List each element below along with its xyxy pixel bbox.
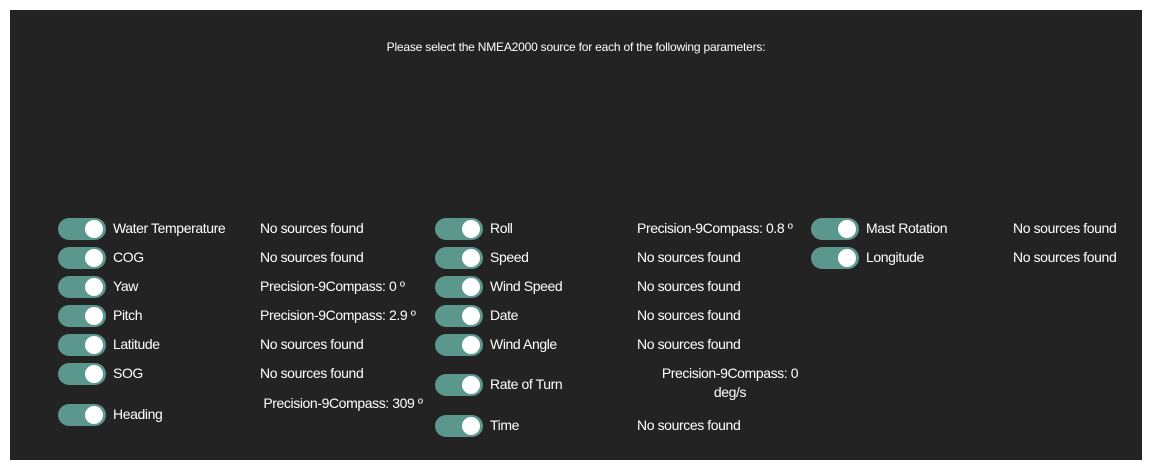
param-source: No sources found: [637, 278, 741, 294]
toggle-knob: [85, 406, 103, 424]
toggle-knob: [462, 278, 480, 296]
toggle-mast-rotation[interactable]: [811, 218, 859, 240]
param-label: Water Temperature: [113, 220, 226, 236]
param-source: No sources found: [260, 336, 364, 352]
param-label: Heading: [113, 406, 163, 422]
toggle-heading[interactable]: [58, 404, 106, 426]
toggle-knob: [838, 220, 856, 238]
toggle-knob: [85, 249, 103, 267]
toggle-wind-angle[interactable]: [435, 334, 483, 356]
param-source: Precision-9Compass: 0.8 º: [637, 220, 793, 236]
toggle-wind-speed[interactable]: [435, 276, 483, 298]
toggle-roll[interactable]: [435, 218, 483, 240]
toggle-yaw[interactable]: [58, 276, 106, 298]
param-label: Yaw: [113, 278, 138, 294]
param-label: Roll: [490, 220, 513, 236]
param-label: Speed: [490, 249, 529, 265]
toggle-sog[interactable]: [58, 363, 106, 385]
param-label: Longitude: [866, 249, 924, 265]
toggle-longitude[interactable]: [811, 247, 859, 269]
param-source: Precision-9Compass: 2.9 º: [260, 307, 416, 323]
param-label: Wind Speed: [490, 278, 563, 294]
nmea-source-panel: Please select the NMEA2000 source for ea…: [10, 10, 1142, 460]
param-label: Rate of Turn: [490, 376, 563, 392]
instruction-text: Please select the NMEA2000 source for ea…: [386, 40, 766, 54]
toggle-knob: [462, 336, 480, 354]
toggle-knob: [85, 336, 103, 354]
param-label: Time: [490, 417, 519, 433]
param-label: COG: [113, 249, 144, 265]
toggle-knob: [462, 307, 480, 325]
param-label: Mast Rotation: [866, 220, 948, 236]
param-label: Date: [490, 307, 518, 323]
toggle-rate-of-turn[interactable]: [435, 374, 483, 396]
param-source: Precision-9Compass: 0 º: [260, 278, 405, 294]
param-label: Wind Angle: [490, 336, 557, 352]
toggle-pitch[interactable]: [58, 305, 106, 327]
toggle-knob: [85, 278, 103, 296]
param-source: No sources found: [1013, 249, 1117, 265]
toggle-latitude[interactable]: [58, 334, 106, 356]
param-source: No sources found: [637, 417, 741, 433]
toggle-knob: [462, 249, 480, 267]
param-source: No sources found: [260, 249, 364, 265]
param-source: Precision-9Compass: 309 º: [263, 395, 423, 411]
param-source: No sources found: [260, 220, 364, 236]
toggle-knob: [462, 376, 480, 394]
toggle-knob: [85, 307, 103, 325]
param-source: No sources found: [637, 249, 741, 265]
toggle-knob: [462, 220, 480, 238]
toggle-knob: [85, 365, 103, 383]
toggle-knob: [838, 249, 856, 267]
toggle-time[interactable]: [435, 415, 483, 437]
param-label: SOG: [113, 365, 143, 381]
param-label: Latitude: [113, 336, 160, 352]
param-source: No sources found: [637, 336, 741, 352]
param-source: No sources found: [260, 365, 364, 381]
param-source: No sources found: [1013, 220, 1117, 236]
param-label: Pitch: [113, 307, 143, 323]
toggle-knob: [462, 417, 480, 435]
toggle-water-temperature[interactable]: [58, 218, 106, 240]
toggle-knob: [85, 220, 103, 238]
toggle-speed[interactable]: [435, 247, 483, 269]
toggle-date[interactable]: [435, 305, 483, 327]
param-source: Precision-9Compass: 0 deg/s: [661, 365, 799, 400]
toggle-cog[interactable]: [58, 247, 106, 269]
param-source: No sources found: [637, 307, 741, 323]
